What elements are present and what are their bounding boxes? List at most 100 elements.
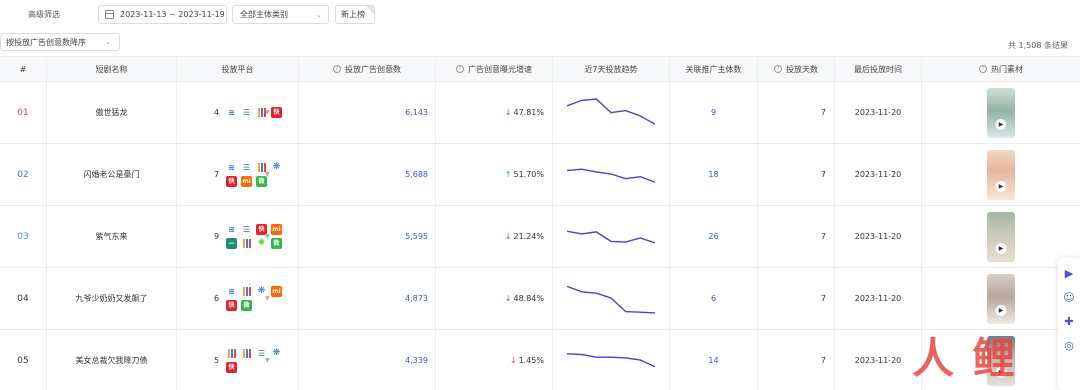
play-icon[interactable]: ▶	[995, 180, 1007, 192]
sort-select[interactable]: 按投放广告创意数降序 ⌄	[0, 33, 120, 51]
drama-name-cell[interactable]: 紫气东来	[47, 206, 177, 267]
hot-material-cell[interactable]: ▶	[922, 206, 1080, 267]
drama-name[interactable]: 闪婚老公是豪门	[84, 169, 140, 180]
col-days-label: 投放天数	[786, 64, 818, 74]
entities-cell[interactable]: 9	[670, 82, 758, 143]
last-date: 2023-11-20	[854, 356, 902, 365]
drama-name-cell[interactable]: 闪婚老公是豪门	[47, 144, 177, 205]
table-row[interactable]: 02 闪婚老公是豪门 7 ≋ ☰ ❋ 快 mi 微 ▼ 5,688 ↑ 51.70% 18 7 2023-11…	[0, 144, 1080, 206]
col-hot-material[interactable]: ? 热门素材	[922, 57, 1080, 81]
juliang-platform-icon: ≋	[226, 286, 237, 297]
growth-value: 47.81%	[513, 108, 544, 117]
date-range-picker[interactable]: 2023-11-13 ~ 2023-11-19	[98, 5, 227, 24]
video-icon[interactable]: ▶	[1062, 266, 1076, 280]
calendar-icon	[105, 10, 114, 19]
info-icon[interactable]: ?	[774, 65, 782, 73]
drama-name[interactable]: 傲世猛龙	[96, 107, 128, 118]
filter-bar: 高级筛选 2023-11-13 ~ 2023-11-19 全部主体类别 ⌄ 新上…	[0, 0, 1080, 30]
expand-platforms-icon[interactable]: ▼	[265, 109, 270, 116]
col-trend: 近7天投放趋势	[553, 57, 670, 81]
col-creatives-label: 投放广告创意数	[345, 64, 401, 74]
rank-cell: 02	[0, 144, 47, 205]
play-icon[interactable]: ▶	[995, 304, 1007, 316]
trend-cell	[553, 82, 670, 143]
juliang-platform-icon: ≋	[226, 162, 237, 173]
expand-platforms-icon[interactable]: ▼	[265, 295, 270, 302]
arrow-down-icon: ↓	[509, 356, 517, 365]
info-icon[interactable]: ?	[979, 65, 987, 73]
expand-platforms-icon[interactable]: ▼	[265, 233, 270, 240]
growth-value: 51.70%	[513, 170, 544, 179]
play-icon[interactable]: ▶	[995, 242, 1007, 254]
juliang-platform-icon: ≋	[226, 107, 237, 118]
drama-name-cell[interactable]: 美女总裁欠我降刀债	[47, 330, 177, 390]
drama-name-cell[interactable]: 九爷少奶奶又发飙了	[47, 268, 177, 329]
last-date-cell: 2023-11-20	[835, 206, 922, 267]
entities-count[interactable]: 26	[708, 232, 718, 241]
col-growth[interactable]: ? 广告创意曝光增速	[436, 57, 553, 81]
video-thumbnail[interactable]: ▶	[987, 149, 1015, 200]
growth-value: 1.45%	[518, 356, 544, 365]
entities-cell[interactable]: 6	[670, 268, 758, 329]
wechat-platform-icon: 微	[271, 238, 282, 249]
bars-platform-icon	[241, 348, 252, 359]
table-row[interactable]: 01 傲世猛龙 4 ≋ ☰ 快 ▼ 6,143 ↓ 47.81% 9 7 2023-11-20 ▶	[0, 82, 1080, 144]
info-icon[interactable]: ?	[456, 65, 464, 73]
days-cell: 7	[758, 206, 835, 267]
play-icon[interactable]: ▶	[995, 118, 1007, 130]
days-count: 7	[820, 232, 826, 241]
trend-cell	[553, 206, 670, 267]
gift-icon[interactable]: ✚	[1062, 314, 1076, 328]
days-count: 7	[820, 294, 826, 303]
col-growth-label: 广告创意曝光增速	[468, 64, 532, 74]
drama-name[interactable]: 紫气东来	[96, 231, 128, 242]
drama-name-cell[interactable]: 傲世猛龙	[47, 82, 177, 143]
community-icon[interactable]: ☺	[1062, 290, 1076, 304]
rank-cell: 01	[0, 82, 47, 143]
creatives-cell: 4,873	[299, 268, 436, 329]
creatives-count: 4,873	[405, 294, 428, 303]
video-thumbnail[interactable]: ▶	[987, 87, 1015, 138]
trend-sparkline	[566, 167, 656, 183]
video-thumbnail[interactable]: ▶	[987, 211, 1015, 262]
trend-sparkline	[566, 97, 656, 125]
expand-platforms-icon[interactable]: ▼	[265, 357, 270, 364]
drama-name[interactable]: 九爷少奶奶又发飙了	[76, 293, 148, 304]
side-toolbar: ▶ ☺ ✚ ◎	[1058, 258, 1080, 390]
video-thumbnail[interactable]: ▶	[987, 273, 1015, 324]
entities-cell[interactable]: 14	[670, 330, 758, 390]
entities-count[interactable]: 6	[711, 294, 716, 303]
creatives-cell: 4,339	[299, 330, 436, 390]
trend-sparkline	[566, 285, 656, 314]
bars-platform-icon	[241, 238, 252, 249]
info-icon[interactable]: ?	[333, 65, 341, 73]
entity-type-select[interactable]: 全部主体类别 ⌄	[232, 5, 329, 24]
kuaishou-platform-icon: 快	[226, 176, 237, 187]
entities-cell[interactable]: 26	[670, 206, 758, 267]
drama-name[interactable]: 美女总裁欠我降刀债	[76, 355, 148, 366]
new-on-list-button[interactable]: 新上榜	[335, 5, 375, 24]
growth-value: 21.24%	[513, 232, 544, 241]
hot-material-cell[interactable]: ▶	[922, 144, 1080, 205]
platform-count: 4	[214, 108, 220, 117]
entities-count[interactable]: 18	[708, 170, 718, 179]
hot-material-cell[interactable]: ▶	[922, 82, 1080, 143]
new-on-list-label: 新上榜	[341, 10, 365, 19]
entities-cell[interactable]: 18	[670, 144, 758, 205]
chat-icon[interactable]: ◎	[1062, 338, 1076, 352]
col-creatives[interactable]: ? 投放广告创意数	[299, 57, 436, 81]
col-days[interactable]: ? 投放天数	[758, 57, 835, 81]
entities-count[interactable]: 14	[708, 356, 718, 365]
table-row[interactable]: 04 九爷少奶奶又发飙了 6 ≋ ❋ mi 快微 ▼ 4,873 ↓ 48.84% 6 7 2023-11…	[0, 268, 1080, 330]
table-row[interactable]: 03 紫气东来 9 ≋ ☰ 快 mi — ✺ 微 ▼ 5,595 ↓ 21.24% 26 7 2023-11-2…	[0, 206, 1080, 268]
expand-platforms-icon[interactable]: ▼	[265, 171, 270, 178]
rank-number: 03	[17, 231, 29, 242]
entities-count[interactable]: 9	[711, 108, 716, 117]
trend-sparkline	[566, 230, 656, 243]
result-count: 共 1,508 条结果	[1008, 41, 1068, 50]
creatives-cell: 6,143	[299, 82, 436, 143]
hot-material-cell[interactable]: ▶	[922, 268, 1080, 329]
baidu-platform-icon: ❋	[271, 162, 282, 173]
col-platforms: 投放平台	[177, 57, 299, 81]
kuaishou-platform-icon: 快	[226, 300, 237, 311]
